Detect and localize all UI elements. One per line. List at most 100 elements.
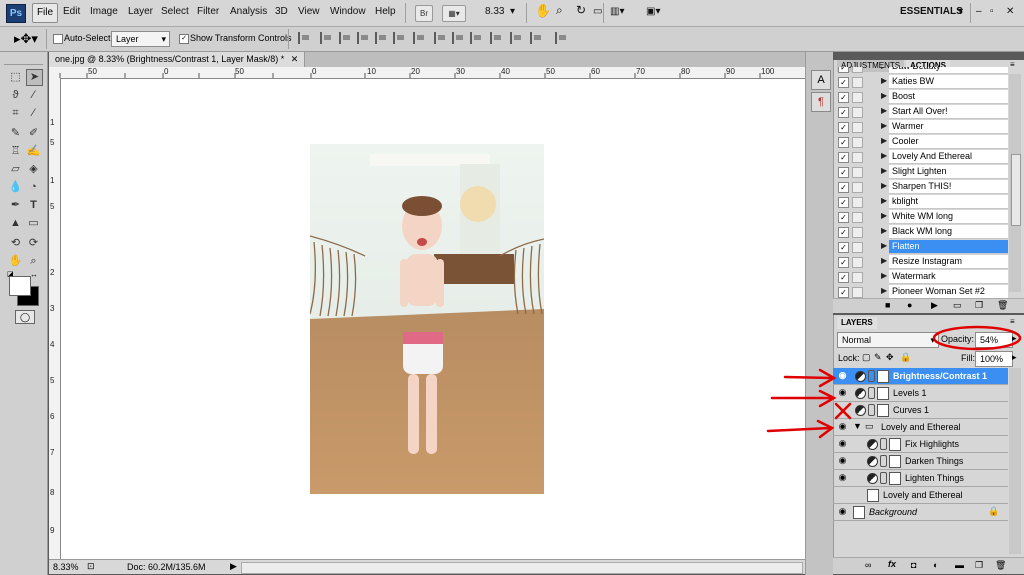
dialog-toggle-checkbox[interactable] [852,77,863,88]
hand-tool-icon[interactable]: ✋ [535,3,551,19]
align-vcenter-icon[interactable] [320,32,335,44]
menu-help[interactable]: Help [375,6,396,17]
action-item[interactable]: ✓ ▶ Watermark [833,269,1008,284]
dialog-toggle-checkbox[interactable] [852,107,863,118]
layer-row[interactable]: ◉ Darken Things [833,453,1008,470]
minimize-button[interactable]: – [976,6,982,17]
actions-scrollbar[interactable] [1009,74,1021,292]
action-toggle-checkbox[interactable]: ✓ [838,257,849,268]
move-tool-preset-icon[interactable]: ▸✥▾ [14,31,38,47]
distribute-top-icon[interactable] [413,32,428,44]
expand-triangle-icon[interactable]: ▶ [881,121,887,130]
zoom-tool-icon[interactable]: ⌕ [26,254,41,269]
record-icon[interactable]: ● [907,300,912,310]
action-item[interactable]: ✓ ▶ Resize Instagram [833,254,1008,269]
action-toggle-checkbox[interactable]: ✓ [838,77,849,88]
path-selection-tool-icon[interactable]: ▲ [8,216,23,231]
action-item[interactable]: ✓ ▶Daw Beauty [833,67,1008,74]
new-group-icon[interactable]: ▬ [955,560,964,570]
action-item[interactable]: ✓ ▶ kblight [833,194,1008,209]
close-button[interactable]: ✕ [1006,6,1014,17]
distribute-vcenter-icon[interactable] [434,32,449,44]
action-item[interactable]: ✓ ▶ Pioneer Woman Set #2 [833,284,1008,298]
clone-stamp-tool-icon[interactable]: ♖ [8,144,23,159]
dialog-toggle-checkbox[interactable] [852,152,863,163]
action-item[interactable]: ✓ ▶ Boost [833,89,1008,104]
expand-triangle-icon[interactable]: ▶ [881,241,887,250]
new-action-icon[interactable]: ❐ [975,300,983,311]
action-toggle-checkbox[interactable]: ✓ [838,197,849,208]
menu-3d[interactable]: 3D [275,6,288,17]
hand-tool-icon[interactable]: ✋ [8,254,23,269]
dodge-tool-icon[interactable]: ◔ [26,180,41,195]
expand-triangle-icon[interactable]: ▶ [881,136,887,145]
action-item[interactable]: ✓ ▶ Lovely And Ethereal [833,149,1008,164]
dialog-toggle-checkbox[interactable] [852,92,863,103]
dialog-toggle-checkbox[interactable] [852,227,863,238]
dialog-toggle-checkbox[interactable] [852,137,863,148]
action-item[interactable]: ✓ ▶ Black WM long [833,224,1008,239]
new-layer-icon[interactable]: ❐ [975,560,983,571]
distribute-right-icon[interactable] [510,32,525,44]
expand-triangle-icon[interactable]: ▶ [881,76,887,85]
quick-mask-icon[interactable]: ◯ [15,310,35,324]
layer-mask-thumbnail[interactable] [889,472,901,485]
menu-layer[interactable]: Layer [128,6,153,17]
menu-window[interactable]: Window [330,6,366,17]
distribute-hcenter-icon[interactable] [490,32,505,44]
dialog-toggle-checkbox[interactable] [852,122,863,133]
align-top-icon[interactable] [298,32,313,44]
restore-button[interactable]: ▫ [990,6,994,17]
action-item[interactable]: ✓ ▶ Sharpen THIS! [833,179,1008,194]
action-item[interactable]: ✓ ▶ White WM long [833,209,1008,224]
bridge-button[interactable]: Br [415,5,433,22]
action-toggle-checkbox[interactable]: ✓ [838,67,849,73]
type-tool-icon[interactable]: T [26,198,41,213]
chain-link-icon[interactable] [880,455,887,467]
arrange-documents-icon[interactable]: ▥▾ [610,6,624,17]
crop-tool-icon[interactable]: ⌗ [8,106,23,121]
gradient-tool-icon[interactable]: ◈ [26,162,41,177]
menu-filter[interactable]: Filter [197,6,219,17]
screen-mode-icon[interactable]: ▣▾ [646,6,660,17]
chain-link-icon[interactable] [880,472,887,484]
expand-triangle-icon[interactable]: ▶ [881,67,887,70]
menu-view[interactable]: View [298,6,320,17]
dialog-toggle-checkbox[interactable] [852,67,863,73]
menu-analysis[interactable]: Analysis [230,6,267,17]
action-toggle-checkbox[interactable]: ✓ [838,227,849,238]
workspace-switcher[interactable]: ESSENTIALS [900,6,963,17]
distribute-extra-icon[interactable] [555,32,570,44]
menu-file[interactable]: File [32,3,58,23]
align-hcenter-icon[interactable] [375,32,390,44]
menu-edit[interactable]: Edit [63,6,80,17]
transform-controls-checkbox[interactable]: ✓ [179,34,189,44]
zoom-tool-icon[interactable]: ⌕ [556,3,563,18]
expand-triangle-icon[interactable]: ▶ [881,106,887,115]
history-brush-tool-icon[interactable]: ✍ [26,144,41,159]
dialog-toggle-checkbox[interactable] [852,242,863,253]
expand-triangle-icon[interactable]: ▶ [881,196,887,205]
swap-colors-icon[interactable]: ↔ [30,270,38,279]
action-toggle-checkbox[interactable]: ✓ [838,167,849,178]
action-toggle-checkbox[interactable]: ✓ [838,242,849,253]
dialog-toggle-checkbox[interactable] [852,197,863,208]
ruler-icon[interactable]: ▭ [593,6,602,17]
zoom-status[interactable]: 8.33% [53,562,79,572]
action-toggle-checkbox[interactable]: ✓ [838,212,849,223]
action-toggle-checkbox[interactable]: ✓ [838,152,849,163]
dialog-toggle-checkbox[interactable] [852,287,863,298]
layer-row[interactable]: ◉ Background 🔒 [833,504,1008,521]
play-icon[interactable]: ▶ [931,300,938,311]
dialog-toggle-checkbox[interactable] [852,212,863,223]
expand-triangle-icon[interactable]: ▶ [881,256,887,265]
action-item[interactable]: ✓ ▶ Warmer [833,119,1008,134]
move-tool-icon[interactable]: ➤ [26,69,43,86]
expand-triangle-icon[interactable]: ▶ [881,271,887,280]
foreground-color-swatch[interactable] [9,276,31,296]
auto-select-checkbox[interactable] [53,34,63,44]
quick-selection-tool-icon[interactable]: ∕ [26,88,41,103]
dialog-toggle-checkbox[interactable] [852,257,863,268]
action-toggle-checkbox[interactable]: ✓ [838,182,849,193]
scroll-thumb[interactable] [1011,154,1021,226]
